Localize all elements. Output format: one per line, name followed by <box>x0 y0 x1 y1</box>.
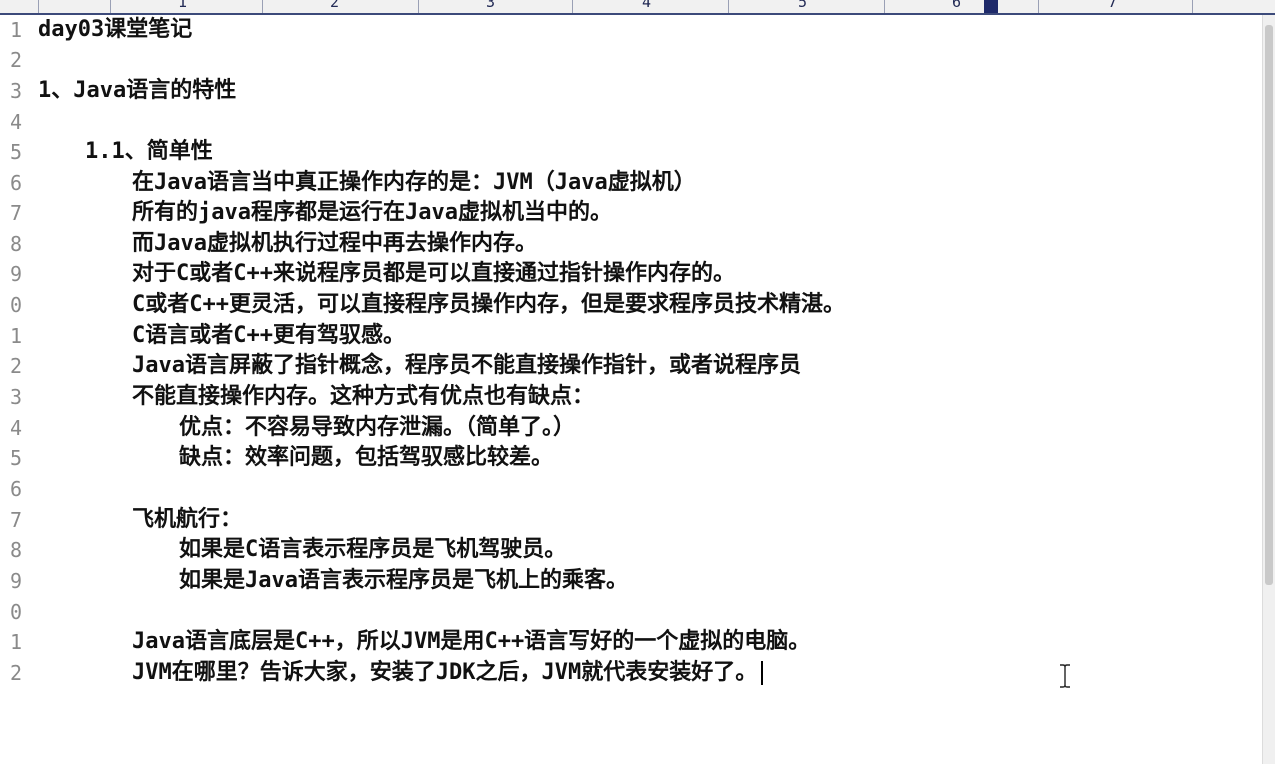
text-line-content[interactable]: JVM在哪里？告诉大家，安装了JDK之后，JVM就代表安装好了。 <box>132 660 757 685</box>
line-number: 1 <box>9 18 22 42</box>
text-line[interactable]: 如果是C语言表示程序员是飞机驾驶员。 <box>179 535 566 565</box>
ruler-number: 2 <box>330 0 340 11</box>
text-line[interactable]: 飞机航行： <box>132 505 242 535</box>
line-number-gutter: 1 2 3 4 5 6 7 8 9 0 1 2 3 4 5 6 7 8 9 0 … <box>0 15 24 764</box>
line-number: 2 <box>9 354 22 378</box>
column-marker <box>984 0 998 13</box>
line-number: 1 <box>9 324 22 348</box>
ruler-number: 3 <box>486 0 496 11</box>
text-line[interactable]: 优点：不容易导致内存泄漏。（简单了。） <box>179 413 575 443</box>
line-number: 8 <box>9 232 22 256</box>
text-line[interactable]: 在Java语言当中真正操作内存的是：JVM（Java虚拟机） <box>132 168 696 198</box>
i-beam-cursor-icon <box>1059 664 1071 688</box>
ruler-number: 5 <box>798 0 808 11</box>
line-number: 0 <box>9 293 22 317</box>
line-number: 2 <box>9 661 22 685</box>
text-line[interactable]: C语言或者C++更有驾驭感。 <box>132 321 405 351</box>
line-number: 0 <box>9 600 22 624</box>
line-number: 1 <box>9 630 22 654</box>
text-editor[interactable]: 1 2 3 4 5 6 7 1 2 3 4 5 6 7 8 9 0 1 2 3 … <box>0 0 1275 764</box>
line-number: 4 <box>9 110 22 134</box>
text-line-current[interactable]: JVM在哪里？告诉大家，安装了JDK之后，JVM就代表安装好了。 <box>132 658 764 688</box>
text-area[interactable]: day03课堂笔记 1、Java语言的特性 1.1、简单性 在Java语言当中真… <box>38 15 1263 764</box>
line-number: 8 <box>9 538 22 562</box>
text-caret <box>761 661 764 685</box>
text-line[interactable]: 而Java虚拟机执行过程中再去操作内存。 <box>132 229 537 259</box>
line-number: 9 <box>9 262 22 286</box>
column-ruler: 1 2 3 4 5 6 7 <box>0 0 1275 15</box>
line-number: 3 <box>9 385 22 409</box>
line-number: 6 <box>9 477 22 501</box>
ruler-number: 1 <box>178 0 188 11</box>
line-number: 4 <box>9 416 22 440</box>
scrollbar-thumb[interactable] <box>1265 25 1273 585</box>
text-line[interactable]: 1、Java语言的特性 <box>38 76 236 106</box>
text-line[interactable]: 如果是Java语言表示程序员是飞机上的乘客。 <box>179 566 628 596</box>
text-line[interactable]: Java语言底层是C++，所以JVM是用C++语言写好的一个虚拟的电脑。 <box>132 627 810 657</box>
ruler-number: 4 <box>642 0 652 11</box>
text-line[interactable]: 所有的java程序都是运行在Java虚拟机当中的。 <box>132 198 612 228</box>
ruler-number: 6 <box>952 0 962 11</box>
ruler-number: 7 <box>1108 0 1118 11</box>
line-number: 9 <box>9 569 22 593</box>
line-number: 5 <box>9 446 22 470</box>
text-line[interactable]: Java语言屏蔽了指针概念，程序员不能直接操作指针，或者说程序员 <box>132 351 801 381</box>
text-line[interactable]: day03课堂笔记 <box>38 15 192 45</box>
line-number: 2 <box>9 48 22 72</box>
text-line[interactable]: 对于C或者C++来说程序员都是可以直接通过指针操作内存的。 <box>132 259 735 289</box>
line-number: 5 <box>9 140 22 164</box>
line-number: 7 <box>9 508 22 532</box>
text-line[interactable]: 缺点：效率问题，包括驾驭感比较差。 <box>179 443 553 473</box>
text-line[interactable]: 1.1、简单性 <box>85 137 213 167</box>
line-number: 3 <box>9 79 22 103</box>
vertical-scrollbar[interactable] <box>1262 15 1275 764</box>
text-line[interactable]: C或者C++更灵活，可以直接程序员操作内存，但是要求程序员技术精湛。 <box>132 290 845 320</box>
line-number: 6 <box>9 171 22 195</box>
text-line[interactable]: 不能直接操作内存。这种方式有优点也有缺点： <box>132 382 594 412</box>
line-number: 7 <box>9 201 22 225</box>
